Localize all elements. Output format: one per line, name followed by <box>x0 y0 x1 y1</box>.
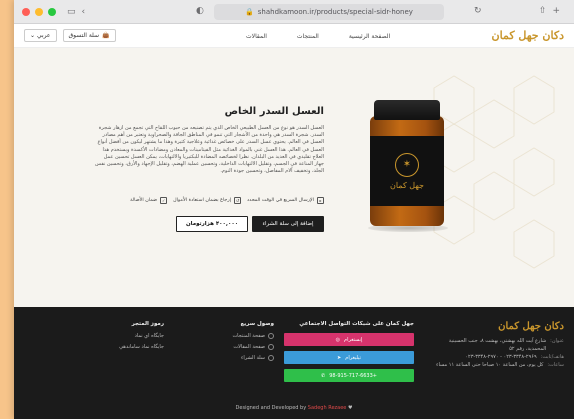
browser-toolbar: ▭ ‹ ◐ 🔒 shahdkamoon.ir/products/special-… <box>14 0 574 24</box>
product-info: العسل السدر الخاص العسل السدر هو نوع من … <box>94 106 324 232</box>
privacy-shield-icon[interactable]: ◐ <box>196 6 204 16</box>
maximize-window-button[interactable] <box>48 7 56 16</box>
url-text: shahdkamoon.ir/products/special-sidr-hon… <box>257 8 413 16</box>
instagram-button[interactable]: إنستغرام ◎ <box>284 333 414 346</box>
samandehi-slot[interactable]: جايگاه نماد ساماندهي <box>74 344 164 350</box>
footer-contact: عنوان: شارع آيت الله بهشتي، بهشت ۸، جنب … <box>434 337 564 369</box>
contact-address: عنوان: شارع آيت الله بهشتي، بهشت ۸، جنب … <box>448 338 564 352</box>
share-icon[interactable]: ⇧ <box>539 6 553 16</box>
whatsapp-button[interactable]: +98-915-717-6633 ✆ <box>284 369 414 382</box>
feature-fast-shipping: ▸ الإرسال السريع في الوقت المحدد <box>247 197 324 204</box>
reload-icon[interactable]: ↻ <box>474 6 482 16</box>
circle-arrow-icon <box>268 333 274 339</box>
browser-window: ▭ ‹ ◐ 🔒 shahdkamoon.ir/products/special-… <box>14 0 574 419</box>
language-select[interactable]: ⌄ عربي <box>24 29 57 42</box>
product-image: ✶ جهل كمان <box>364 88 450 238</box>
product-description: العسل السدر هو نوع من العسل الطبيعي الخا… <box>94 125 324 175</box>
telegram-icon: ➤ <box>337 354 342 361</box>
contact-phone: هاتف/ثابت: ۰۲۳-۳۳۴۸-۲۹۶۹ - ۰۲۳-۳۳۴۸-۲۹۷۰ <box>465 354 564 360</box>
heart-icon: ♥ <box>347 405 353 411</box>
language-label: عربي <box>36 32 51 39</box>
product-section: ✶ جهل كمان العسل السدر الخاص العسل السدر… <box>14 48 574 307</box>
link-cart[interactable]: سلة الشراء <box>194 355 274 361</box>
feature-money-back: ↺ إرجاع بضمان استعادة الأموال <box>173 197 242 204</box>
product-title: العسل السدر الخاص <box>224 106 324 117</box>
site-header: ⌄ عربي سلة التسوق 👜 المقالات المنتجات ال… <box>14 24 574 48</box>
cart-icon: 👜 <box>102 32 110 39</box>
site-logo[interactable]: دكان جهل كمان <box>492 29 564 42</box>
add-to-cart-button[interactable]: إضافة إلى سلة الشراء <box>252 216 324 232</box>
footer-logo[interactable]: دكان جهل كمان <box>498 321 564 332</box>
address-bar[interactable]: 🔒 shahdkamoon.ir/products/special-sidr-h… <box>214 4 444 20</box>
new-tab-icon[interactable]: + <box>552 6 566 16</box>
feature-authenticity: ✓ ضمان الأصالة <box>130 197 168 204</box>
truck-icon: ▸ <box>317 197 324 204</box>
codes-heading: رموز المتجر <box>131 321 164 327</box>
circle-arrow-icon <box>268 344 274 350</box>
nav-products[interactable]: المنتجات <box>297 33 319 40</box>
instagram-icon: ◎ <box>335 336 340 343</box>
close-window-button[interactable] <box>22 7 30 16</box>
cart-button[interactable]: سلة التسوق 👜 <box>62 29 116 42</box>
links-heading: وصول سريع <box>240 321 274 327</box>
social-heading: جهل كمان على شبكات التواصل الاجتماعي <box>299 321 414 327</box>
bee-emblem-icon: ✶ <box>395 152 419 177</box>
chevron-down-icon: ⌄ <box>30 32 36 39</box>
enamad-slot[interactable]: جايگاه اي نماد <box>74 333 164 339</box>
product-features: ▸ الإرسال السريع في الوقت المحدد ↺ إرجاع… <box>94 197 324 204</box>
sidebar-icon[interactable]: ▭ <box>67 7 76 17</box>
badge-icon: ✓ <box>160 197 168 204</box>
nav-articles[interactable]: المقالات <box>246 33 267 40</box>
footer-quick-links: وصول سريع صفحة المنتجات صفحة المقالات سل… <box>194 321 274 366</box>
developer-link[interactable]: Sadegh Rezaee <box>308 405 347 411</box>
minimize-window-button[interactable] <box>35 7 43 16</box>
whatsapp-icon: ✆ <box>321 372 326 379</box>
footer-social: جهل كمان على شبكات التواصل الاجتماعي إنس… <box>284 321 414 387</box>
footer-store-codes: رموز المتجر جايگاه اي نماد جايگاه نماد س… <box>74 321 164 355</box>
link-articles[interactable]: صفحة المقالات <box>194 344 274 350</box>
link-products[interactable]: صفحة المنتجات <box>194 333 274 339</box>
jar-label-text: جهل كمان <box>390 180 424 190</box>
nav-home[interactable]: الصفحة الرئيسية <box>349 33 390 40</box>
site-footer: دكان جهل كمان عنوان: شارع آيت الله بهشتي… <box>14 307 574 419</box>
main-nav: المقالات المنتجات الصفحة الرئيسية <box>246 33 390 40</box>
price-button[interactable]: ۴۰۰,۰۰۰ هزارتومان <box>176 216 248 232</box>
telegram-button[interactable]: تيليغرام ➤ <box>284 351 414 364</box>
circle-arrow-icon <box>268 355 274 361</box>
cart-label: سلة التسوق <box>68 32 100 39</box>
footer-credit: Designed and Developed by Sadegh Rezaee … <box>235 405 353 411</box>
refresh-icon: ↺ <box>234 197 242 204</box>
lock-icon: 🔒 <box>245 8 254 16</box>
product-actions: إضافة إلى سلة الشراء ۴۰۰,۰۰۰ هزارتومان <box>94 216 324 232</box>
contact-hours: ساعات: كل يوم، من الساعة ۱۰ صباحا حتى ال… <box>436 362 564 368</box>
chevron-left-icon[interactable]: ‹ <box>82 7 86 17</box>
